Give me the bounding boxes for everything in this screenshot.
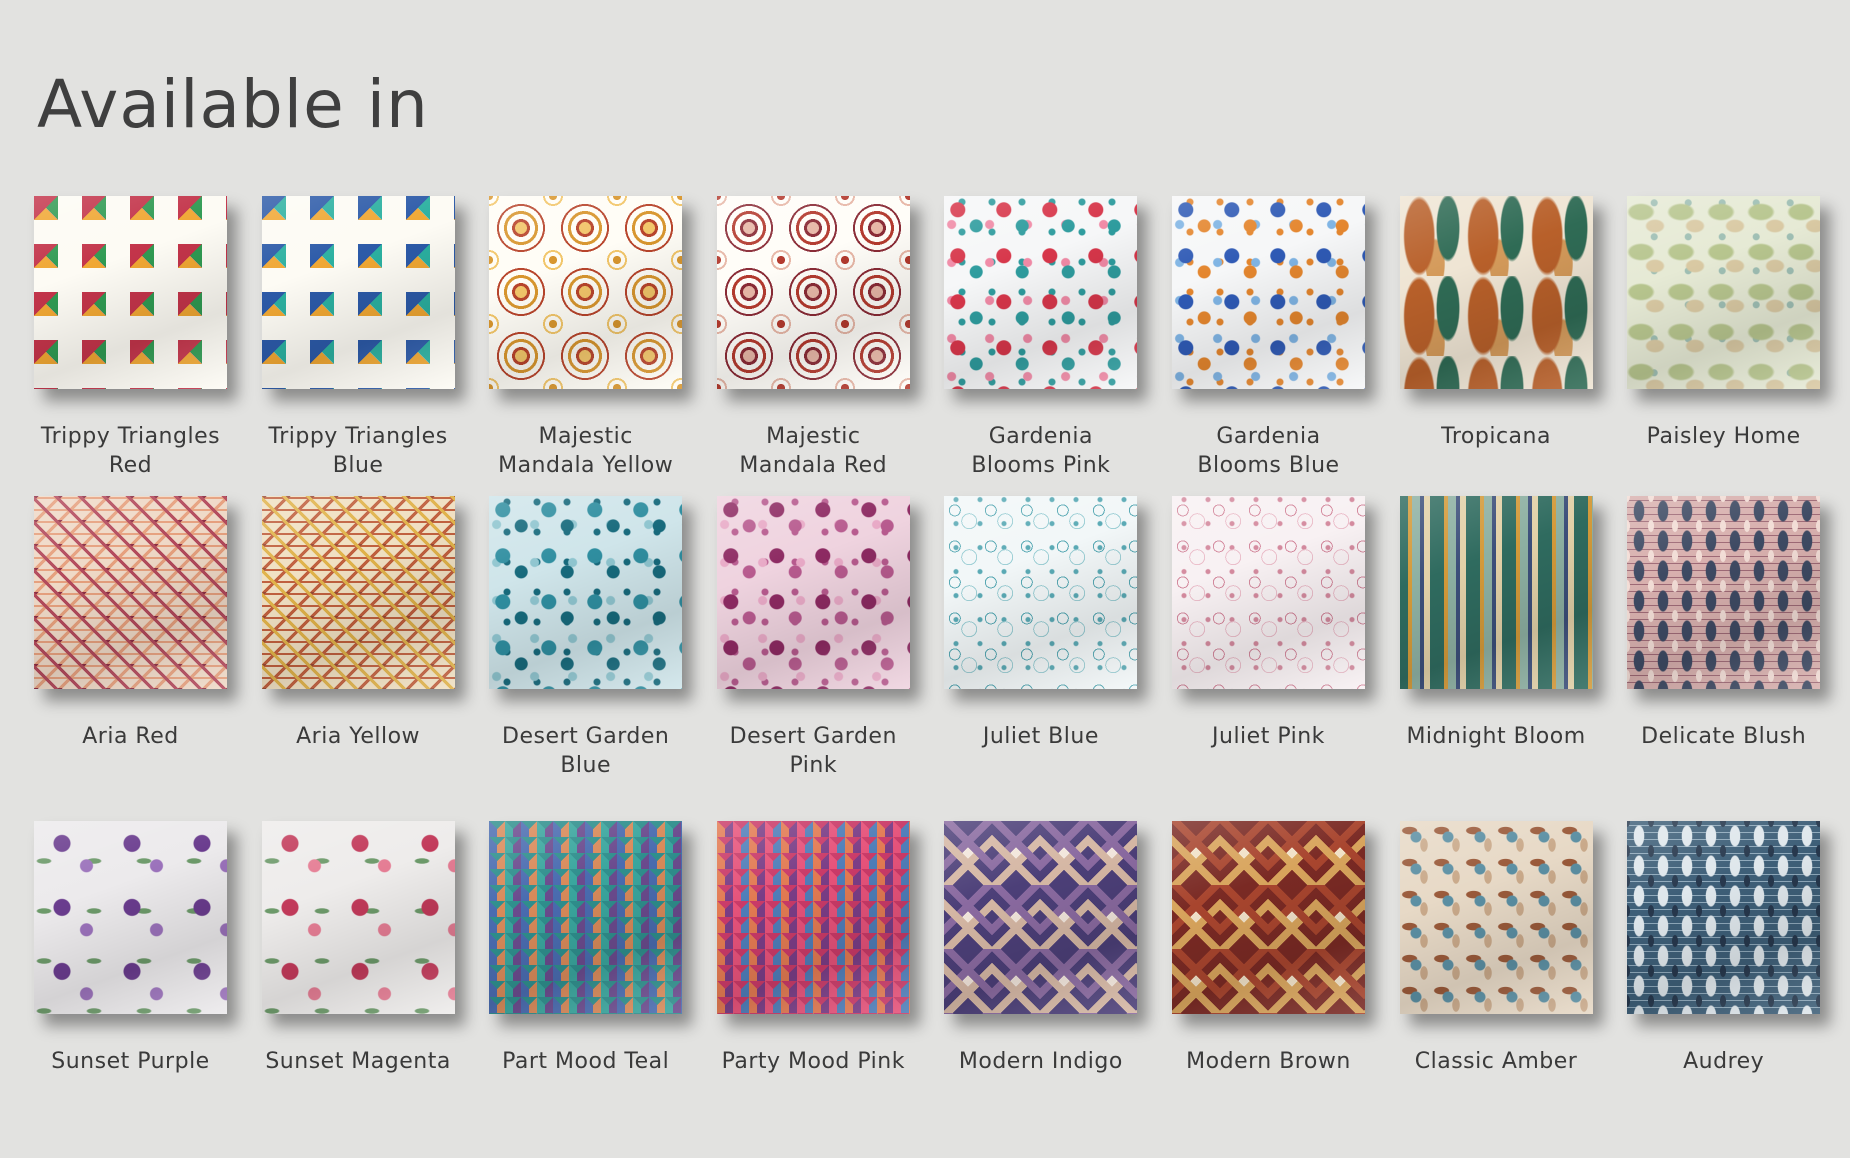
swatch-card[interactable]: Tropicana: [1399, 196, 1593, 496]
swatch-image[interactable]: [1627, 821, 1821, 1014]
swatch-label: Aria Yellow: [296, 724, 421, 749]
swatch-card[interactable]: Modern Brown: [1171, 821, 1365, 1101]
swatch-image[interactable]: [1399, 496, 1593, 689]
swatch-image[interactable]: [34, 496, 227, 689]
swatch-label: Desert Garden Pink: [729, 724, 897, 778]
swatch-label: Modern Brown: [1186, 1049, 1351, 1074]
swatch-card[interactable]: Gardenia Blooms Pink: [944, 196, 1138, 496]
swatch-card[interactable]: Sunset Magenta: [261, 821, 455, 1101]
swatch-grid: Trippy Triangles Red Trippy Triangles Blu…: [34, 196, 1821, 1101]
swatch-label: Audrey: [1683, 1049, 1765, 1074]
swatch-image[interactable]: [1399, 196, 1593, 389]
swatch-card[interactable]: Gardenia Blooms Blue: [1171, 196, 1365, 496]
swatch-label: Aria Red: [82, 724, 179, 749]
swatch-card[interactable]: Midnight Bloom: [1399, 496, 1593, 821]
swatch-card[interactable]: Modern Indigo: [944, 821, 1138, 1101]
swatch-card[interactable]: Aria Yellow: [261, 496, 455, 821]
swatch-label: Trippy Triangles Blue: [268, 424, 448, 478]
swatch-label: Gardenia Blooms Pink: [971, 424, 1111, 478]
swatch-card[interactable]: Audrey: [1627, 821, 1821, 1101]
swatch-image[interactable]: [944, 821, 1138, 1014]
page: Available in Trippy Triangles Red Trippy …: [0, 0, 1850, 1158]
swatch-card[interactable]: Party Mood Pink: [716, 821, 910, 1101]
swatch-card[interactable]: Desert Garden Pink: [716, 496, 910, 821]
swatch-image[interactable]: [489, 196, 683, 389]
swatch-label: Juliet Pink: [1212, 724, 1325, 749]
swatch-image[interactable]: [489, 496, 683, 689]
swatch-image[interactable]: [1171, 196, 1365, 389]
swatch-label: Classic Amber: [1414, 1049, 1578, 1074]
swatch-image[interactable]: [716, 821, 910, 1014]
swatch-label: Desert Garden Blue: [502, 724, 670, 778]
swatch-image[interactable]: [944, 496, 1138, 689]
swatch-label: Majestic Mandala Red: [739, 424, 888, 478]
swatch-card[interactable]: Majestic Mandala Red: [716, 196, 910, 496]
swatch-card[interactable]: Paisley Home: [1627, 196, 1821, 496]
swatch-image[interactable]: [261, 821, 455, 1014]
swatch-image[interactable]: [716, 496, 910, 689]
swatch-label: Modern Indigo: [958, 1049, 1123, 1074]
swatch-image[interactable]: [944, 196, 1138, 389]
swatch-label: Trippy Triangles Red: [40, 424, 221, 478]
swatch-label: Delicate Blush: [1641, 724, 1807, 749]
swatch-label: Juliet Blue: [982, 724, 1099, 749]
swatch-image[interactable]: [1171, 496, 1365, 689]
page-title: Available in: [37, 66, 429, 143]
swatch-card[interactable]: Trippy Triangles Red: [34, 196, 227, 496]
swatch-card[interactable]: Sunset Purple: [34, 821, 227, 1101]
swatch-image[interactable]: [716, 196, 910, 389]
swatch-image[interactable]: [489, 821, 683, 1014]
swatch-image[interactable]: [261, 496, 455, 689]
swatch-card[interactable]: Trippy Triangles Blue: [261, 196, 455, 496]
swatch-label: Gardenia Blooms Blue: [1197, 424, 1340, 478]
swatch-image[interactable]: [1627, 496, 1821, 689]
swatch-card[interactable]: Delicate Blush: [1627, 496, 1821, 821]
swatch-image[interactable]: [34, 821, 227, 1014]
swatch-label: Paisley Home: [1646, 424, 1801, 449]
swatch-card[interactable]: Part Mood Teal: [489, 821, 683, 1101]
swatch-image[interactable]: [261, 196, 455, 389]
swatch-card[interactable]: Majestic Mandala Yellow: [489, 196, 683, 496]
swatch-card[interactable]: Desert Garden Blue: [489, 496, 683, 821]
swatch-label: Tropicana: [1441, 424, 1551, 449]
swatch-image[interactable]: [1627, 196, 1821, 389]
swatch-card[interactable]: Aria Red: [34, 496, 227, 821]
swatch-card[interactable]: Juliet Pink: [1171, 496, 1365, 821]
swatch-card[interactable]: Juliet Blue: [944, 496, 1138, 821]
swatch-label: Sunset Magenta: [265, 1049, 451, 1074]
swatch-label: Part Mood Teal: [502, 1049, 670, 1074]
swatch-label: Sunset Purple: [51, 1049, 210, 1074]
swatch-label: Majestic Mandala Yellow: [498, 424, 674, 478]
swatch-label: Party Mood Pink: [721, 1049, 905, 1074]
swatch-card[interactable]: Classic Amber: [1399, 821, 1593, 1101]
swatch-image[interactable]: [34, 196, 227, 389]
swatch-label: Midnight Bloom: [1406, 724, 1586, 749]
swatch-image[interactable]: [1399, 821, 1593, 1014]
swatch-image[interactable]: [1171, 821, 1365, 1014]
